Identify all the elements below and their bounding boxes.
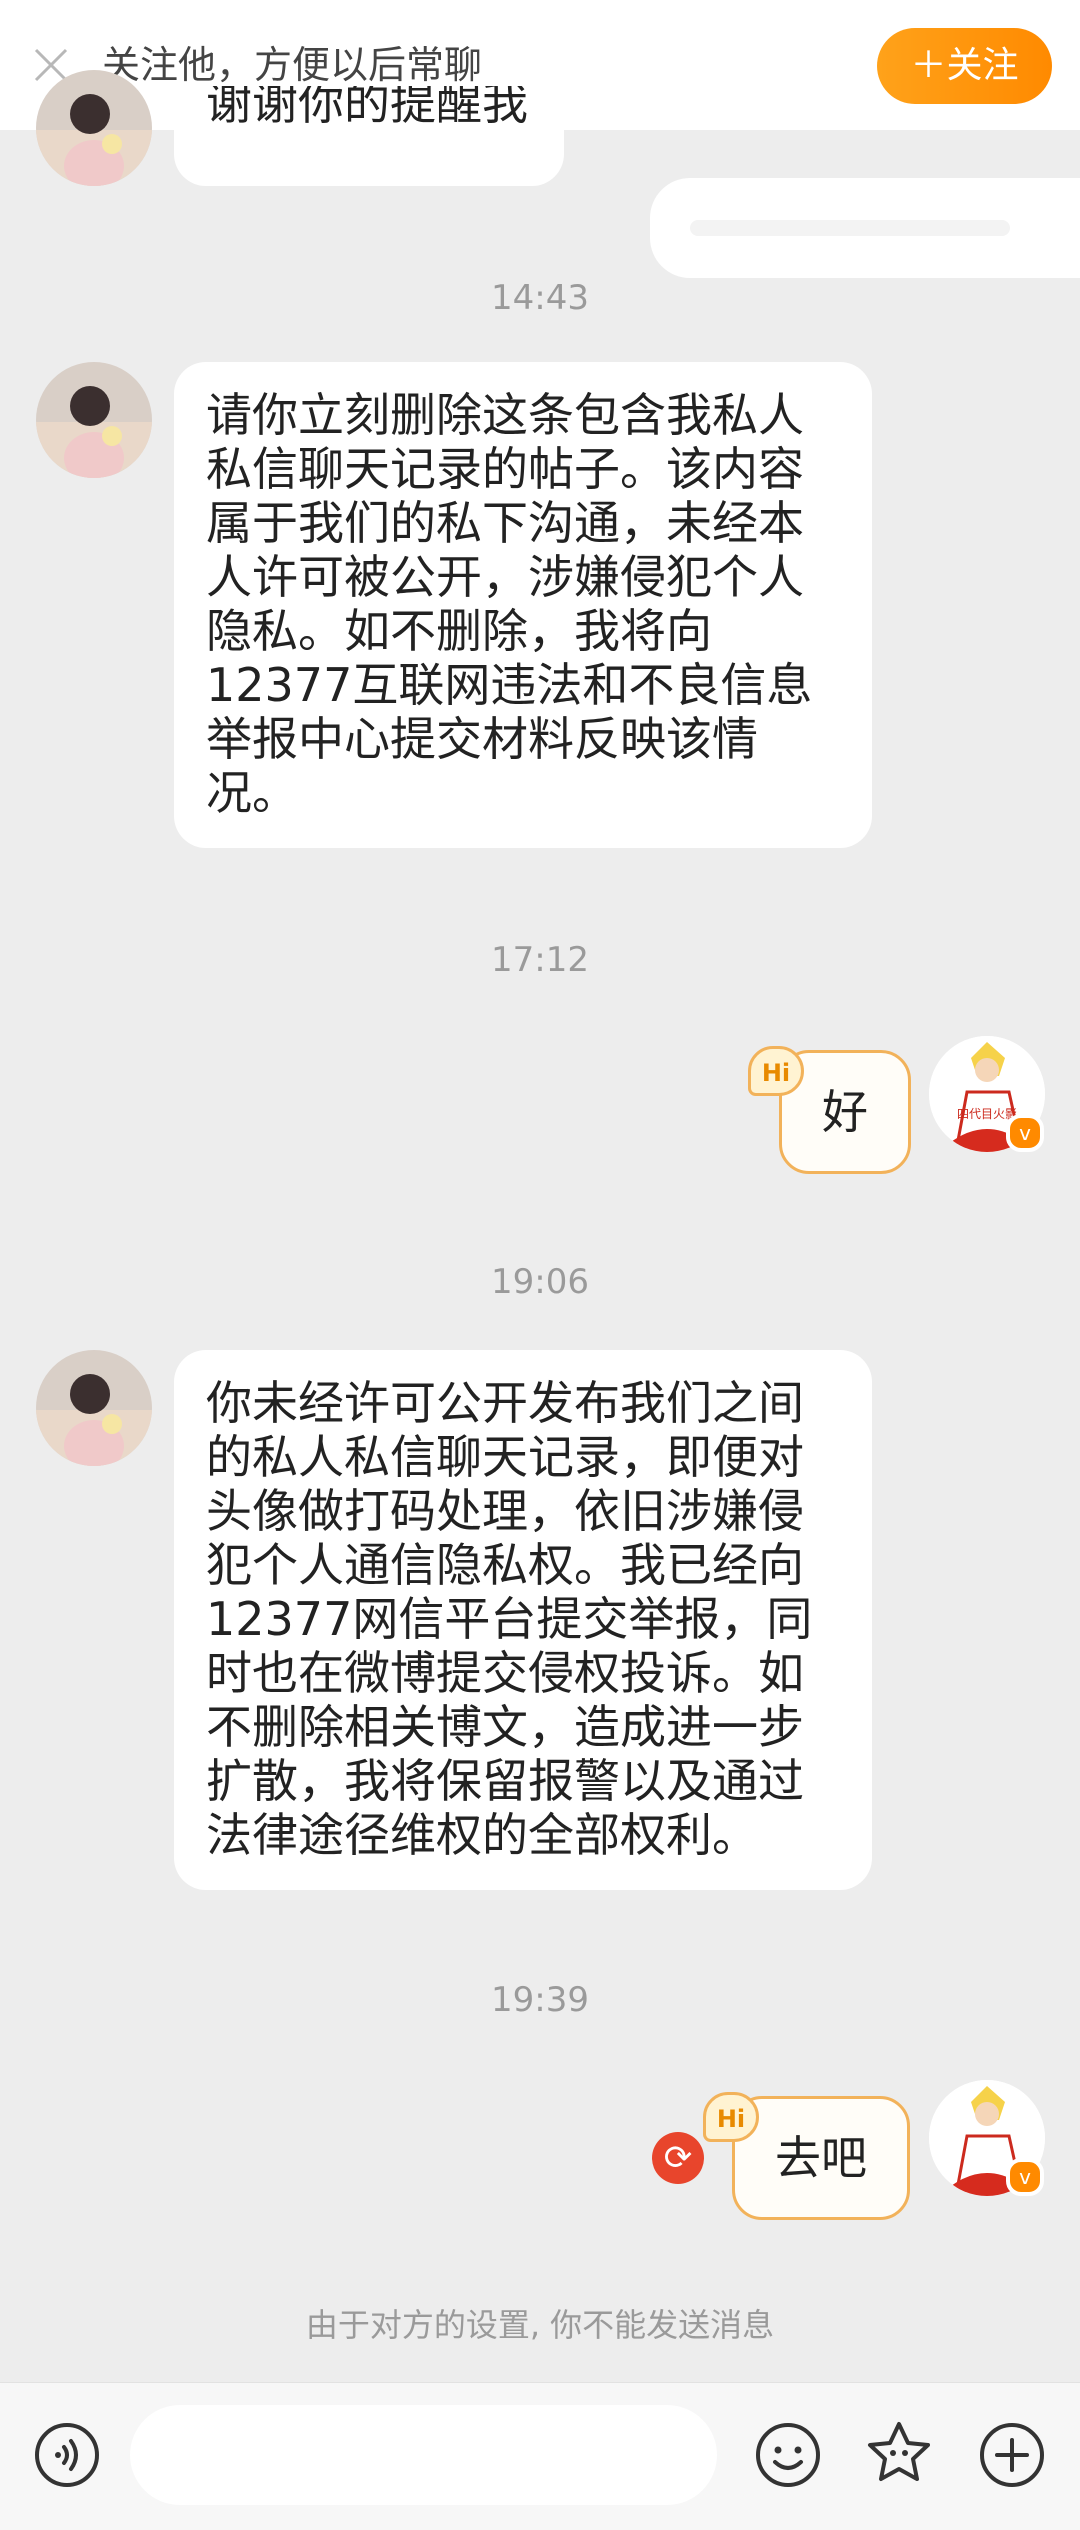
plus-icon[interactable]	[977, 2420, 1047, 2490]
blocked-notice: 由于对方的设置, 你不能发送消息	[305, 2306, 775, 2344]
message-bubble: 请你立刻删除这条包含我私人私信聊天记录的帖子。该内容属于我们的私下沟通，未经本人…	[174, 362, 872, 848]
voice-icon[interactable]	[32, 2420, 102, 2490]
verified-icon: v	[1006, 1114, 1044, 1152]
svg-text:四代目火影: 四代目火影	[957, 1107, 1017, 1121]
timestamp: 17:12	[491, 940, 589, 980]
emoji-icon[interactable]	[753, 2420, 823, 2490]
verified-icon: v	[1006, 2158, 1044, 2196]
hi-badge: Hi	[748, 1046, 804, 1096]
message-input[interactable]	[130, 2405, 717, 2505]
timestamp: 19:06	[491, 1262, 589, 1302]
message-bubble: 谢谢你的提醒我	[174, 86, 564, 186]
message-bubble-self	[650, 178, 1080, 278]
message-bubble: 你未经许可公开发布我们之间的私人私信聊天记录，即便对头像做打码处理，依旧涉嫌侵犯…	[174, 1350, 872, 1890]
follow-prompt-text: 关注他，方便以后常聊	[102, 43, 483, 87]
timestamp: 14:43	[491, 278, 589, 318]
contact-avatar[interactable]	[36, 362, 152, 478]
message-text: 你未经许可公开发布我们之间的私人私信聊天记录，即便对头像做打码处理，依旧涉嫌侵犯…	[206, 1376, 813, 1862]
message-text: 请你立刻删除这条包含我私人私信聊天记录的帖子。该内容属于我们的私下沟通，未经本人…	[206, 388, 813, 820]
contact-avatar[interactable]	[36, 70, 152, 186]
resend-icon[interactable]: ⟳	[652, 2132, 704, 2184]
timestamp: 19:39	[491, 1980, 589, 2020]
contact-avatar[interactable]	[36, 1350, 152, 1466]
message-text: 谢谢你的提醒我	[206, 86, 528, 130]
hi-badge: Hi	[703, 2092, 759, 2142]
sticker-icon[interactable]	[864, 2418, 934, 2488]
follow-button[interactable]: ＋关注	[877, 28, 1052, 104]
